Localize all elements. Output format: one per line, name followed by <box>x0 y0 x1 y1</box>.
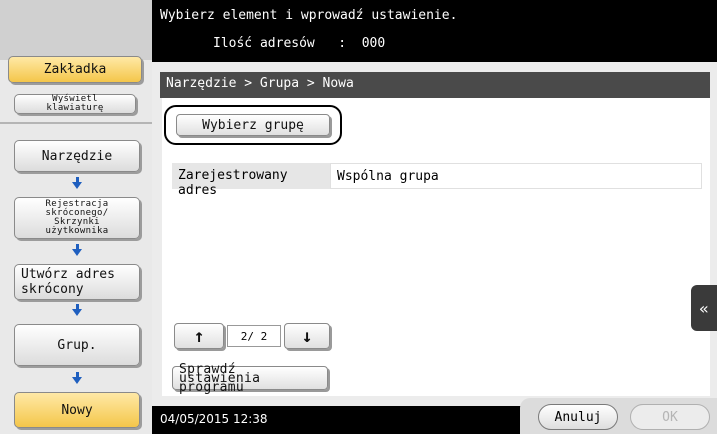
arrow-down-icon <box>72 177 82 189</box>
arrow-down-icon <box>72 244 82 256</box>
cancel-button[interactable]: Anuluj <box>538 404 618 430</box>
step-group-button[interactable]: Grup. <box>14 324 140 366</box>
registered-address-row: Zarejestrowany adres Wspólna grupa <box>172 163 702 198</box>
step-new-button[interactable]: Nowy <box>14 392 140 428</box>
step-tool-button[interactable]: Narzędzie <box>14 140 140 172</box>
bookmark-button[interactable]: Zakładka <box>8 56 142 83</box>
instruction-text: Wybierz element i wprowadź ustawienie. <box>160 8 458 23</box>
check-program-settings-button[interactable]: Sprawdź ustawienia programu <box>172 363 328 394</box>
step-create-address-button[interactable]: Utwórz adres skrócony <box>14 264 140 300</box>
page-indicator: 2/ 2 <box>227 325 281 347</box>
arrow-up-icon: ↑ <box>193 325 205 347</box>
select-group-button[interactable]: Wybierz grupę <box>176 114 330 136</box>
divider <box>0 122 152 124</box>
ok-button[interactable]: OK <box>630 404 710 430</box>
page-up-button[interactable]: ↑ <box>174 323 224 349</box>
arrow-down-icon: ↓ <box>301 325 313 347</box>
datetime: 04/05/2015 12:38 <box>160 412 268 426</box>
step-registration-button[interactable]: Rejestracja skróconego/ Skrzynki użytkow… <box>14 197 140 239</box>
address-count: Ilość adresów : 000 <box>213 36 386 51</box>
breadcrumb: Narzędzie > Grupa > Nowa <box>160 72 710 98</box>
arrow-down-icon <box>72 372 82 384</box>
left-sidebar-top <box>0 0 152 60</box>
registered-address-label: Zarejestrowany adres <box>172 163 330 198</box>
arrow-down-icon <box>72 304 82 316</box>
registered-address-value: Wspólna grupa <box>330 163 702 189</box>
show-keyboard-button[interactable]: Wyświetl klawiaturę <box>14 94 136 114</box>
side-panel-tab[interactable]: « <box>691 285 717 331</box>
double-chevron-left-icon: « <box>699 298 709 318</box>
page-down-button[interactable]: ↓ <box>284 323 330 349</box>
